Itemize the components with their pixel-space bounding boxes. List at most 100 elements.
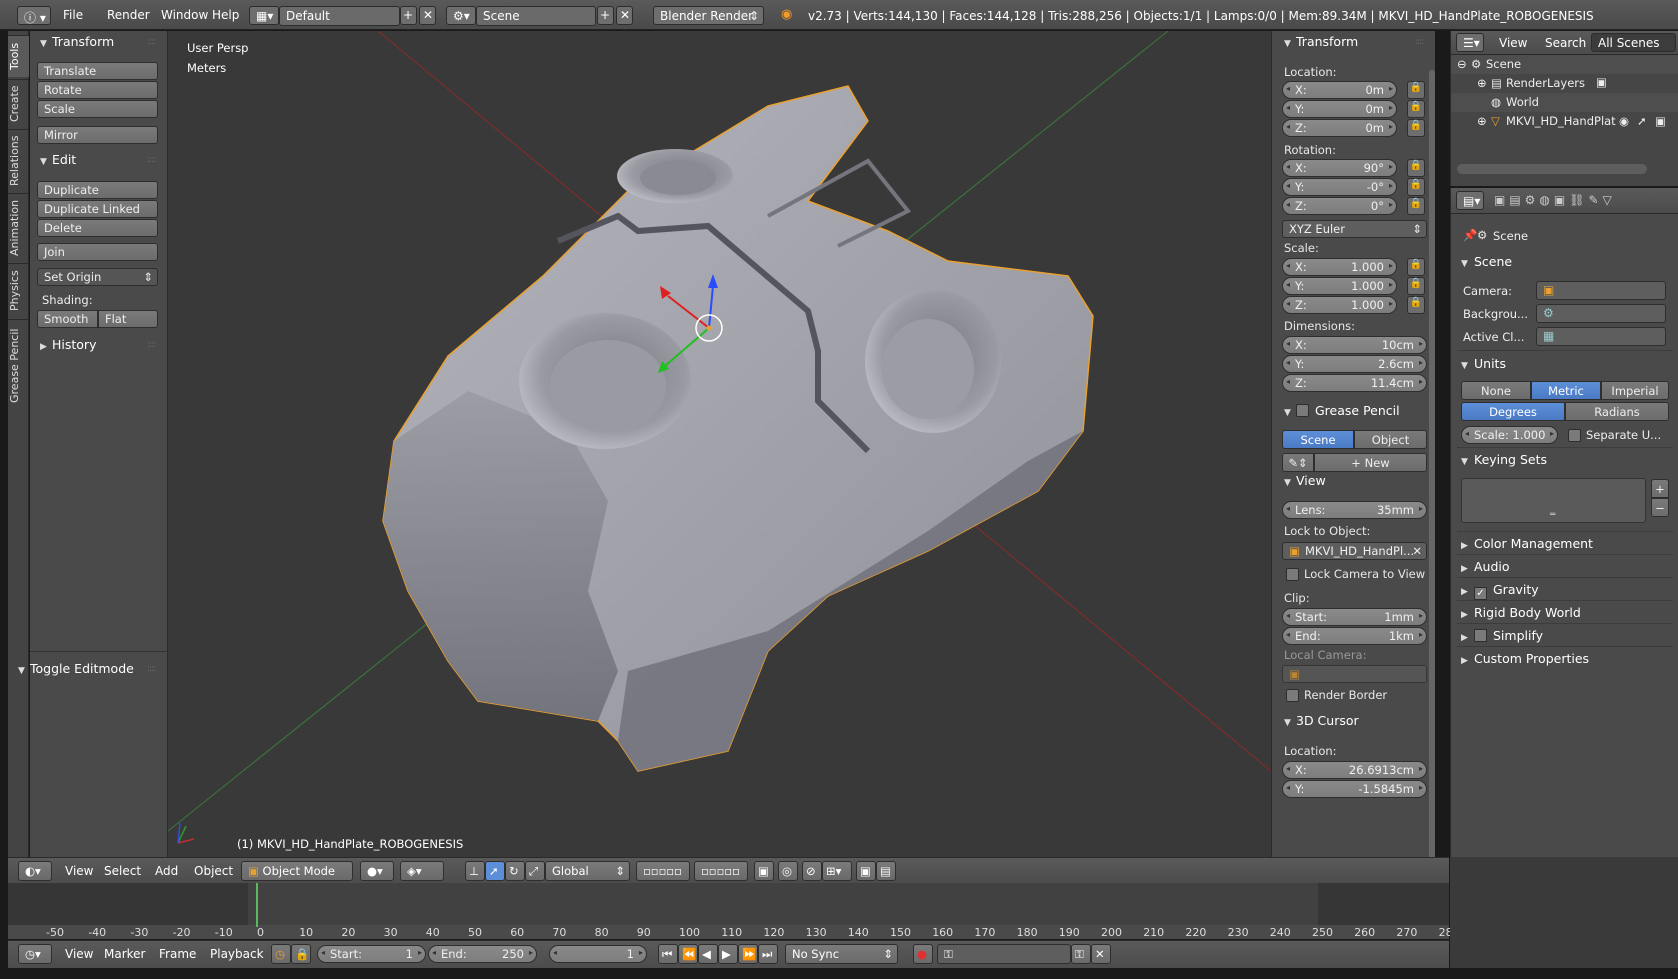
gravity-checkbox[interactable]: ✓ — [1474, 587, 1487, 600]
audio-header[interactable]: ▶ Audio — [1461, 559, 1510, 574]
lock-camera-checkbox[interactable] — [1286, 568, 1299, 581]
edit-panel-header[interactable]: ▼ Edit — [40, 152, 76, 167]
transform-panel-header[interactable]: ▼ Transform — [40, 34, 114, 49]
timeline-editor-icon[interactable]: ◷▾ — [18, 944, 52, 964]
scene-field[interactable]: Scene — [476, 6, 596, 26]
location-z-field[interactable]: ◂ Z: 0m ▸ — [1282, 119, 1397, 137]
lock-object-field[interactable]: ▣ MKVI_HD_HandPl... ✕ — [1282, 542, 1427, 560]
properties-editor-icon[interactable]: ▤▾ — [1456, 191, 1484, 210]
playhead[interactable] — [256, 883, 258, 927]
viewport-shading-select[interactable]: ●▾ — [360, 861, 394, 881]
next-keyframe-icon[interactable]: ⏩ — [738, 944, 758, 964]
set-origin-menu[interactable]: Set Origin ⇕ — [37, 268, 158, 286]
drag-handle-icon[interactable]: :::: — [147, 155, 156, 165]
play-icon[interactable]: ▶ — [718, 944, 738, 964]
render-border-checkbox[interactable] — [1286, 689, 1299, 702]
tab-create[interactable]: Create — [8, 79, 29, 127]
rotation-y-field[interactable]: ◂ Y: -0° ▸ — [1282, 178, 1397, 196]
n-panel-scrollbar[interactable] — [1429, 70, 1435, 860]
keying-set-field[interactable]: ⚿ — [937, 944, 1071, 964]
local-camera-field[interactable]: ▣ — [1282, 665, 1427, 683]
duplicate-linked-button[interactable]: Duplicate Linked — [37, 200, 158, 218]
delete-button[interactable]: Delete — [37, 219, 158, 237]
cursor-x-field[interactable]: ◂ X: 26.6913cm ▸ — [1282, 761, 1427, 779]
sync-mode-select[interactable]: No Sync ⇕ — [785, 944, 898, 964]
gp-scene-toggle[interactable]: Scene — [1282, 430, 1354, 449]
toggle-editmode-panel-header[interactable]: ▼ Toggle Editmode — [18, 661, 134, 676]
clip-start-field[interactable]: ◂ Start: 1mm ▸ — [1282, 608, 1427, 626]
preview-range-icon[interactable]: ◷ — [271, 944, 291, 964]
outliner-row[interactable]: ⊕ ▽ MKVI_HD_HandPlate ◉ ➚ ▣ — [1451, 112, 1678, 131]
clip-end-field[interactable]: ◂ End: 1km ▸ — [1282, 627, 1427, 645]
simplify-checkbox[interactable] — [1474, 629, 1487, 642]
shade-smooth-button[interactable]: Smooth — [37, 310, 98, 328]
rotate-button[interactable]: Rotate — [37, 81, 158, 99]
view-panel-header[interactable]: ▼ View — [1284, 473, 1326, 488]
cursor-y-field[interactable]: ◂ Y: -1.5845m ▸ — [1282, 780, 1427, 798]
radians-toggle[interactable]: Radians — [1565, 402, 1669, 421]
background-field[interactable]: ⚙ — [1536, 304, 1666, 323]
unit-imperial-toggle[interactable]: Imperial — [1601, 381, 1669, 400]
lock-icon[interactable]: 🔒 — [1407, 100, 1425, 118]
opengl-animation-icon[interactable]: ▤ — [876, 861, 896, 881]
play-reverse-icon[interactable]: ◀ — [698, 944, 718, 964]
lock-icon[interactable]: 🔒 — [1407, 119, 1425, 137]
rigid-body-world-header[interactable]: ▶ Rigid Body World — [1461, 605, 1581, 620]
3d-viewport[interactable]: User Persp Meters (1) MKVI_HD_HandPlate_… — [168, 31, 1271, 857]
lock-icon[interactable]: 🔒 — [1407, 296, 1425, 314]
duplicate-button[interactable]: Duplicate — [37, 181, 158, 199]
timeline-view-menu[interactable]: View — [65, 947, 93, 961]
lock-icon[interactable]: 🔒 — [1407, 258, 1425, 276]
location-y-field[interactable]: ◂ Y: 0m ▸ — [1282, 100, 1397, 118]
scale-button[interactable]: Scale — [37, 100, 158, 118]
lens-field[interactable]: ◂ Lens: 35mm ▸ — [1282, 501, 1427, 519]
units-panel-header[interactable]: ▼ Units — [1461, 356, 1506, 371]
separate-units-checkbox[interactable] — [1568, 429, 1581, 442]
grease-pencil-checkbox[interactable] — [1296, 404, 1309, 417]
select-menu[interactable]: Select — [104, 864, 141, 878]
drag-handle-icon[interactable]: :::: — [147, 340, 156, 350]
dimension-z-field[interactable]: ◂ Z: 11.4cm ▸ — [1282, 374, 1427, 392]
gravity-header[interactable]: ▶ ✓ Gravity — [1461, 582, 1539, 600]
snap-magnet-icon[interactable]: ⊘ — [802, 861, 822, 881]
end-frame-field[interactable]: ◂ End: 250 ▸ — [428, 945, 537, 963]
scale-z-field[interactable]: ◂ Z: 1.000 ▸ — [1282, 296, 1397, 314]
scene-panel-header[interactable]: ▼ Scene — [1461, 254, 1512, 269]
grease-pencil-header[interactable]: ▼ Grease Pencil — [1284, 402, 1400, 418]
keying-sets-list[interactable]: ═ — [1461, 478, 1646, 523]
gp-new-button[interactable]: + New — [1314, 453, 1427, 472]
3d-cursor-header[interactable]: ▼ 3D Cursor — [1284, 713, 1359, 728]
outliner-row[interactable]: ⊖ ⚙ Scene — [1451, 55, 1678, 74]
layout-field[interactable]: Default — [279, 6, 400, 26]
delete-keyframe-icon[interactable]: ✕ — [1091, 944, 1111, 964]
tab-physics[interactable]: Physics — [8, 263, 29, 317]
render-engine-select[interactable]: Blender Render ⇕ — [653, 6, 764, 25]
menu-file[interactable]: File — [63, 8, 83, 22]
dimension-x-field[interactable]: ◂ X: 10cm ▸ — [1282, 336, 1427, 354]
shade-flat-button[interactable]: Flat — [98, 310, 158, 328]
tab-animation[interactable]: Animation — [8, 193, 29, 261]
drag-handle-icon[interactable]: :::: — [1415, 37, 1424, 47]
editor-type-info-button[interactable]: ⓘ ▾ — [17, 6, 51, 25]
scale-y-field[interactable]: ◂ Y: 1.000 ▸ — [1282, 277, 1397, 295]
add-scene-icon[interactable]: + — [597, 6, 614, 25]
layers-grid-1[interactable]: ▫▫▫▫▫ — [636, 861, 690, 881]
insert-keyframe-icon[interactable]: ⚿ — [1071, 944, 1091, 964]
drag-handle-icon[interactable]: :::: — [147, 37, 156, 47]
dimension-y-field[interactable]: ◂ Y: 2.6cm ▸ — [1282, 355, 1427, 373]
tab-relations[interactable]: Relations — [8, 129, 29, 191]
current-frame-field[interactable]: ◂ 1 ▸ — [549, 945, 647, 963]
outliner-editor-icon[interactable]: ☰▾ — [1456, 33, 1484, 52]
outliner-hscrollbar[interactable] — [1457, 164, 1647, 174]
lock-icon[interactable]: 🔒 — [1407, 197, 1425, 215]
jump-start-icon[interactable]: ⏮ — [658, 944, 678, 964]
history-panel-header[interactable]: ▶ History — [40, 337, 96, 352]
mirror-button[interactable]: Mirror — [37, 126, 158, 144]
context-tabs-icons[interactable]: ▣▤⚙◍▣⛓✎▽ — [1494, 193, 1616, 207]
camera-field[interactable]: ▣ — [1536, 281, 1666, 300]
snap-element-select[interactable]: ⊞▾ — [822, 861, 852, 881]
scale-manipulator-icon[interactable]: ⤢ — [525, 861, 545, 881]
outliner-row[interactable]: ◍ World — [1451, 93, 1678, 112]
lock-icon[interactable]: 🔒 — [1407, 178, 1425, 196]
tab-tools[interactable]: Tools — [8, 35, 29, 77]
